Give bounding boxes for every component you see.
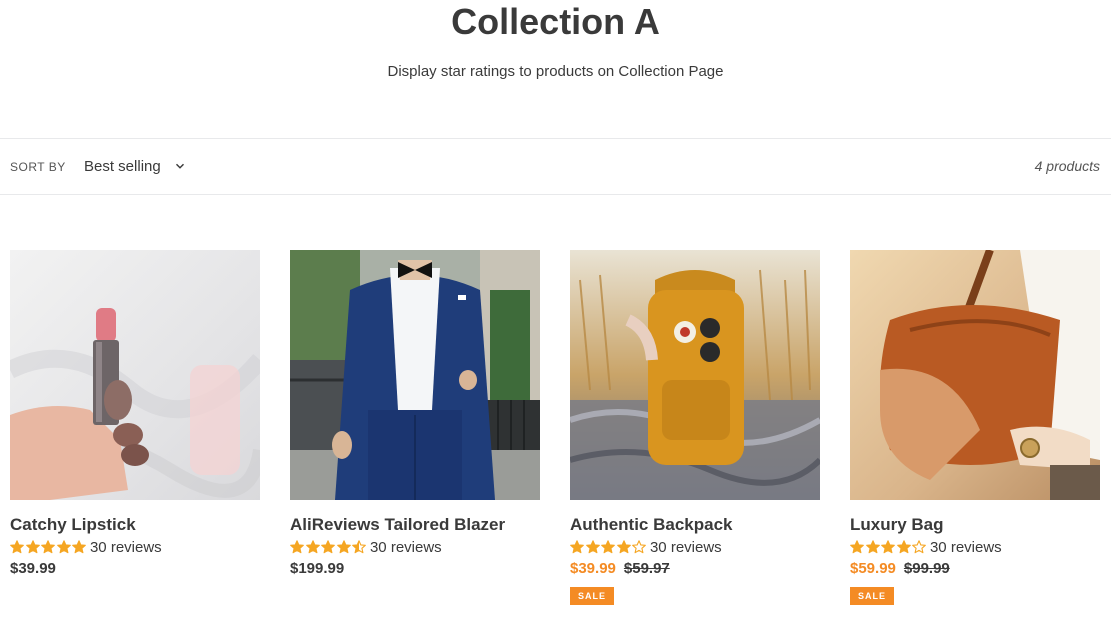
product-sale-price: $59.99 bbox=[850, 560, 896, 577]
price-row: $39.99 bbox=[10, 559, 260, 579]
product-image-blazer[interactable] bbox=[290, 250, 540, 500]
star-full-icon bbox=[585, 540, 600, 554]
star-rating bbox=[850, 540, 928, 554]
product-compare-price: $59.97 bbox=[623, 560, 670, 577]
star-full-icon bbox=[336, 540, 351, 554]
product-image-lipstick[interactable] bbox=[10, 250, 260, 500]
star-full-icon bbox=[865, 540, 880, 554]
product-card-backpack[interactable]: Authentic Backpack 30 reviews $39.99 $59… bbox=[570, 250, 820, 605]
price-row: $39.99 $59.97 bbox=[570, 559, 820, 579]
star-empty-icon bbox=[632, 540, 647, 554]
star-empty-icon bbox=[912, 540, 927, 554]
product-name[interactable]: Luxury Bag bbox=[850, 515, 1100, 535]
star-full-icon bbox=[896, 540, 911, 554]
star-full-icon bbox=[850, 540, 864, 554]
sale-badge: SALE bbox=[570, 587, 615, 605]
sort-select-value: Best selling bbox=[84, 157, 161, 175]
star-rating bbox=[290, 540, 368, 554]
star-full-icon bbox=[56, 540, 71, 554]
product-name[interactable]: Catchy Lipstick bbox=[10, 515, 260, 535]
product-rating: 30 reviews bbox=[290, 537, 540, 557]
star-full-icon bbox=[305, 540, 320, 554]
star-full-icon bbox=[881, 540, 896, 554]
star-full-icon bbox=[570, 540, 584, 554]
product-price: $39.99 bbox=[10, 560, 56, 577]
price-row: $59.99 $99.99 bbox=[850, 559, 1100, 579]
product-image-backpack[interactable] bbox=[570, 250, 820, 500]
collection-title: Collection A bbox=[451, 1, 660, 42]
star-full-icon bbox=[10, 540, 24, 554]
review-count: 30 reviews bbox=[649, 538, 722, 556]
product-grid: Catchy Lipstick 30 reviews $39.99 AliRev… bbox=[10, 250, 1100, 619]
product-image-luxury-bag[interactable] bbox=[850, 250, 1100, 500]
product-rating: 30 reviews bbox=[570, 537, 820, 557]
star-full-icon bbox=[72, 540, 87, 554]
review-count: 30 reviews bbox=[89, 538, 162, 556]
review-count: 30 reviews bbox=[369, 538, 442, 556]
sale-badge: SALE bbox=[850, 587, 895, 605]
collection-description: Display star ratings to products on Coll… bbox=[387, 63, 724, 80]
product-card-blazer[interactable]: AliReviews Tailored Blazer 30 reviews $1… bbox=[290, 250, 540, 579]
sort-select[interactable]: Best selling bbox=[76, 152, 193, 180]
review-count: 30 reviews bbox=[929, 538, 1002, 556]
product-rating: 30 reviews bbox=[10, 537, 260, 557]
star-half-icon bbox=[352, 540, 367, 554]
toolbar-divider-bottom bbox=[0, 194, 1111, 195]
product-price: $199.99 bbox=[290, 560, 345, 577]
star-rating bbox=[10, 540, 88, 554]
product-card-lipstick[interactable]: Catchy Lipstick 30 reviews $39.99 bbox=[10, 250, 260, 579]
product-name[interactable]: Authentic Backpack bbox=[570, 515, 820, 535]
toolbar-divider-top bbox=[0, 138, 1111, 139]
star-full-icon bbox=[41, 540, 56, 554]
star-full-icon bbox=[290, 540, 304, 554]
star-full-icon bbox=[616, 540, 631, 554]
product-sale-price: $39.99 bbox=[570, 560, 616, 577]
star-rating bbox=[570, 540, 648, 554]
chevron-down-icon bbox=[175, 163, 184, 169]
star-full-icon bbox=[601, 540, 616, 554]
sort-by-label: SORT BY bbox=[10, 160, 66, 174]
product-compare-price: $99.99 bbox=[903, 560, 950, 577]
price-row: $199.99 bbox=[290, 559, 540, 579]
product-card-luxury-bag[interactable]: Luxury Bag 30 reviews $59.99 $99.99 SALE bbox=[850, 250, 1100, 605]
product-rating: 30 reviews bbox=[850, 537, 1100, 557]
star-full-icon bbox=[25, 540, 40, 554]
product-name[interactable]: AliReviews Tailored Blazer bbox=[290, 515, 540, 535]
product-count: 4 products bbox=[1034, 158, 1100, 174]
star-full-icon bbox=[321, 540, 336, 554]
